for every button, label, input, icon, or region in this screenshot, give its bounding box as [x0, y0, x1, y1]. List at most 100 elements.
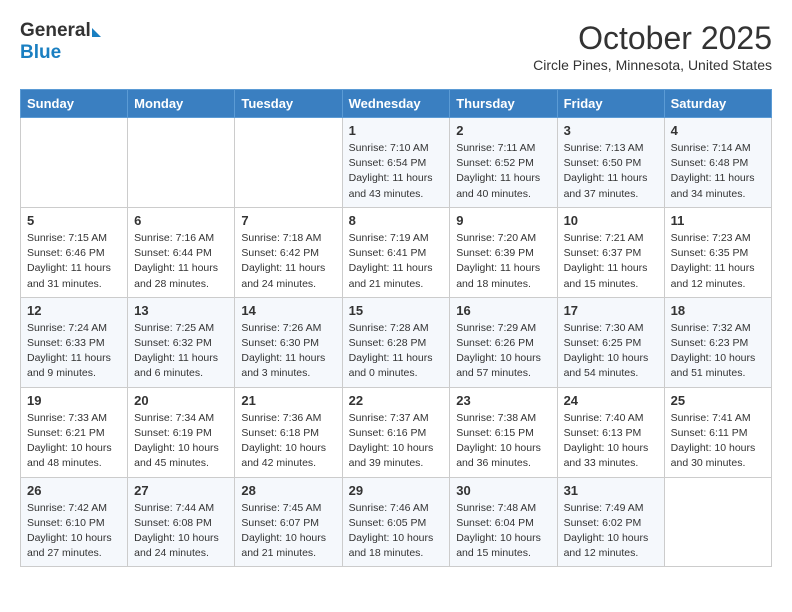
week-row-2: 5 Sunrise: 7:15 AM Sunset: 6:46 PM Daylig… [21, 207, 772, 297]
day-cell: 25Sunrise: 7:41 AM Sunset: 6:11 PM Dayli… [664, 387, 771, 477]
day-cell: 6Sunrise: 7:16 AM Sunset: 6:44 PM Daylig… [128, 207, 235, 297]
day-cell: 28 Sunrise: 7:45 AM Sunset: 6:07 PM Dayli… [235, 477, 342, 567]
weekday-header-tuesday: Tuesday [235, 90, 342, 118]
day-cell: 23 Sunrise: 7:38 AM Sunset: 6:15 PM Dayli… [450, 387, 557, 477]
day-number: 22 [349, 393, 444, 408]
day-number: 30 [456, 483, 550, 498]
week-row-1: 1Sunrise: 7:10 AM Sunset: 6:54 PM Daylig… [21, 118, 772, 208]
day-cell: 7 Sunrise: 7:18 AM Sunset: 6:42 PM Daylig… [235, 207, 342, 297]
day-info: Sunrise: 7:48 AM Sunset: 6:04 PM Dayligh… [456, 501, 550, 562]
day-cell: 4 Sunrise: 7:14 AM Sunset: 6:48 PM Daylig… [664, 118, 771, 208]
day-info: Sunrise: 7:15 AM Sunset: 6:46 PM Dayligh… [27, 231, 121, 292]
day-cell: 29 Sunrise: 7:46 AM Sunset: 6:05 PM Dayli… [342, 477, 450, 567]
title-block: October 2025 Circle Pines, Minnesota, Un… [533, 20, 772, 73]
day-cell: 16 Sunrise: 7:29 AM Sunset: 6:26 PM Dayli… [450, 297, 557, 387]
logo-blue: Blue [20, 42, 61, 64]
day-cell: 8Sunrise: 7:19 AM Sunset: 6:41 PM Daylig… [342, 207, 450, 297]
day-info: Sunrise: 7:42 AM Sunset: 6:10 PM Dayligh… [27, 501, 121, 562]
day-cell: 2 Sunrise: 7:11 AM Sunset: 6:52 PM Daylig… [450, 118, 557, 208]
day-number: 29 [349, 483, 444, 498]
day-info: Sunrise: 7:40 AM Sunset: 6:13 PM Dayligh… [564, 411, 658, 472]
day-number: 19 [27, 393, 121, 408]
day-info: Sunrise: 7:44 AM Sunset: 6:08 PM Dayligh… [134, 501, 228, 562]
day-cell [128, 118, 235, 208]
day-number: 9 [456, 213, 550, 228]
day-info: Sunrise: 7:20 AM Sunset: 6:39 PM Dayligh… [456, 231, 550, 292]
day-number: 26 [27, 483, 121, 498]
day-number: 21 [241, 393, 335, 408]
day-number: 5 [27, 213, 121, 228]
day-info: Sunrise: 7:18 AM Sunset: 6:42 PM Dayligh… [241, 231, 335, 292]
day-info: Sunrise: 7:13 AM Sunset: 6:50 PM Dayligh… [564, 141, 658, 202]
day-cell [664, 477, 771, 567]
day-cell: 30 Sunrise: 7:48 AM Sunset: 6:04 PM Dayli… [450, 477, 557, 567]
day-cell: 24 Sunrise: 7:40 AM Sunset: 6:13 PM Dayli… [557, 387, 664, 477]
day-number: 11 [671, 213, 765, 228]
day-cell: 12 Sunrise: 7:24 AM Sunset: 6:33 PM Dayli… [21, 297, 128, 387]
day-cell [235, 118, 342, 208]
day-number: 14 [241, 303, 335, 318]
day-info: Sunrise: 7:16 AM Sunset: 6:44 PM Dayligh… [134, 231, 228, 292]
day-cell: 31 Sunrise: 7:49 AM Sunset: 6:02 PM Dayli… [557, 477, 664, 567]
day-cell: 1Sunrise: 7:10 AM Sunset: 6:54 PM Daylig… [342, 118, 450, 208]
day-info: Sunrise: 7:38 AM Sunset: 6:15 PM Dayligh… [456, 411, 550, 472]
day-number: 31 [564, 483, 658, 498]
day-info: Sunrise: 7:24 AM Sunset: 6:33 PM Dayligh… [27, 321, 121, 382]
day-info: Sunrise: 7:46 AM Sunset: 6:05 PM Dayligh… [349, 501, 444, 562]
week-row-5: 26 Sunrise: 7:42 AM Sunset: 6:10 PM Dayli… [21, 477, 772, 567]
day-cell: 17 Sunrise: 7:30 AM Sunset: 6:25 PM Dayli… [557, 297, 664, 387]
logo-triangle-icon [92, 28, 101, 37]
day-info: Sunrise: 7:14 AM Sunset: 6:48 PM Dayligh… [671, 141, 765, 202]
logo-general: General [20, 20, 91, 42]
weekday-header-friday: Friday [557, 90, 664, 118]
day-cell: 3 Sunrise: 7:13 AM Sunset: 6:50 PM Daylig… [557, 118, 664, 208]
day-info: Sunrise: 7:36 AM Sunset: 6:18 PM Dayligh… [241, 411, 335, 472]
day-cell: 10 Sunrise: 7:21 AM Sunset: 6:37 PM Dayli… [557, 207, 664, 297]
day-info: Sunrise: 7:30 AM Sunset: 6:25 PM Dayligh… [564, 321, 658, 382]
day-cell: 11 Sunrise: 7:23 AM Sunset: 6:35 PM Dayli… [664, 207, 771, 297]
weekday-header-wednesday: Wednesday [342, 90, 450, 118]
day-number: 2 [456, 123, 550, 138]
day-info: Sunrise: 7:11 AM Sunset: 6:52 PM Dayligh… [456, 141, 550, 202]
day-number: 23 [456, 393, 550, 408]
month-title: October 2025 [533, 20, 772, 57]
day-info: Sunrise: 7:23 AM Sunset: 6:35 PM Dayligh… [671, 231, 765, 292]
day-number: 16 [456, 303, 550, 318]
day-number: 4 [671, 123, 765, 138]
day-number: 18 [671, 303, 765, 318]
weekday-header-saturday: Saturday [664, 90, 771, 118]
day-info: Sunrise: 7:45 AM Sunset: 6:07 PM Dayligh… [241, 501, 335, 562]
day-cell: 26 Sunrise: 7:42 AM Sunset: 6:10 PM Dayli… [21, 477, 128, 567]
weekday-header-row: SundayMondayTuesdayWednesdayThursdayFrid… [21, 90, 772, 118]
day-number: 10 [564, 213, 658, 228]
week-row-4: 19 Sunrise: 7:33 AM Sunset: 6:21 PM Dayli… [21, 387, 772, 477]
day-info: Sunrise: 7:25 AM Sunset: 6:32 PM Dayligh… [134, 321, 228, 382]
day-number: 12 [27, 303, 121, 318]
day-info: Sunrise: 7:32 AM Sunset: 6:23 PM Dayligh… [671, 321, 765, 382]
day-number: 24 [564, 393, 658, 408]
day-number: 20 [134, 393, 228, 408]
day-info: Sunrise: 7:33 AM Sunset: 6:21 PM Dayligh… [27, 411, 121, 472]
day-info: Sunrise: 7:26 AM Sunset: 6:30 PM Dayligh… [241, 321, 335, 382]
day-info: Sunrise: 7:34 AM Sunset: 6:19 PM Dayligh… [134, 411, 228, 472]
day-number: 3 [564, 123, 658, 138]
day-info: Sunrise: 7:49 AM Sunset: 6:02 PM Dayligh… [564, 501, 658, 562]
day-number: 28 [241, 483, 335, 498]
day-cell: 18 Sunrise: 7:32 AM Sunset: 6:23 PM Dayli… [664, 297, 771, 387]
day-number: 7 [241, 213, 335, 228]
day-cell: 19 Sunrise: 7:33 AM Sunset: 6:21 PM Dayli… [21, 387, 128, 477]
calendar-table: SundayMondayTuesdayWednesdayThursdayFrid… [20, 89, 772, 567]
day-cell: 5 Sunrise: 7:15 AM Sunset: 6:46 PM Daylig… [21, 207, 128, 297]
day-number: 17 [564, 303, 658, 318]
day-number: 13 [134, 303, 228, 318]
day-cell: 21 Sunrise: 7:36 AM Sunset: 6:18 PM Dayli… [235, 387, 342, 477]
day-info: Sunrise: 7:21 AM Sunset: 6:37 PM Dayligh… [564, 231, 658, 292]
day-cell: 20 Sunrise: 7:34 AM Sunset: 6:19 PM Dayli… [128, 387, 235, 477]
day-cell: 14 Sunrise: 7:26 AM Sunset: 6:30 PM Dayli… [235, 297, 342, 387]
day-number: 25 [671, 393, 765, 408]
day-info: Sunrise: 7:29 AM Sunset: 6:26 PM Dayligh… [456, 321, 550, 382]
weekday-header-sunday: Sunday [21, 90, 128, 118]
day-cell: 27Sunrise: 7:44 AM Sunset: 6:08 PM Dayli… [128, 477, 235, 567]
day-info: Sunrise: 7:10 AM Sunset: 6:54 PM Dayligh… [349, 141, 444, 202]
weekday-header-thursday: Thursday [450, 90, 557, 118]
